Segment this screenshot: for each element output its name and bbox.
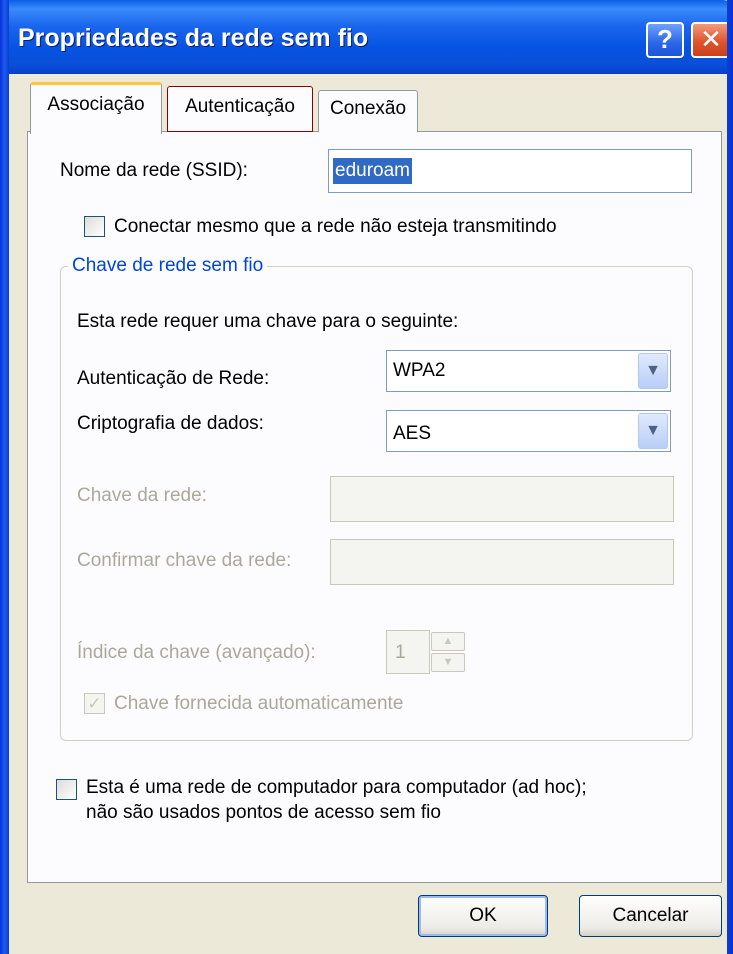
adhoc-checkbox[interactable]	[56, 779, 77, 800]
cancel-button[interactable]: Cancelar	[579, 895, 722, 937]
auto-key-label[interactable]: Chave fornecida automaticamente	[114, 693, 403, 715]
confirm-key-label: Confirmar chave da rede:	[77, 550, 292, 571]
auto-key-checkbox[interactable]: ✓	[84, 693, 105, 714]
auth-select[interactable]: WPA2 ▼	[386, 350, 671, 392]
encryption-value: AES	[393, 423, 432, 444]
tab-conexao[interactable]: Conexão	[318, 90, 418, 132]
key-index-value: 1	[395, 642, 406, 663]
network-key-label: Chave da rede:	[77, 485, 207, 506]
tab-label: Autenticação	[185, 96, 295, 117]
ok-button-label: OK	[469, 905, 497, 926]
ssid-label: Nome da rede (SSID):	[60, 160, 248, 181]
encryption-select[interactable]: AES ▼	[386, 410, 671, 452]
chevron-down-icon[interactable]: ▼	[638, 353, 668, 389]
window-frame-left	[0, 0, 9, 954]
auth-value: WPA2	[393, 360, 446, 381]
adhoc-label-line1[interactable]: Esta é uma rede de computador para compu…	[86, 777, 587, 799]
broadcast-checkbox-label[interactable]: Conectar mesmo que a rede não esteja tra…	[114, 216, 557, 238]
encryption-label: Criptografia de dados:	[77, 413, 264, 434]
confirm-key-input[interactable]	[330, 539, 674, 585]
close-button[interactable]: ✕	[691, 22, 731, 58]
spin-up-icon[interactable]: ▲	[431, 632, 465, 651]
close-icon: ✕	[700, 24, 722, 54]
tab-label: Associação	[47, 94, 145, 115]
tab-associacao[interactable]: Associação	[30, 82, 162, 134]
dialog-window: Propriedades da rede sem fio ? ✕ Associa…	[0, 0, 733, 954]
ssid-input[interactable]: eduroam	[328, 149, 692, 193]
key-index-input[interactable]: 1	[386, 630, 430, 674]
requirement-text: Esta rede requer uma chave para o seguin…	[77, 311, 459, 332]
broadcast-checkbox[interactable]	[84, 216, 105, 237]
key-index-label: Índice da chave (avançado):	[77, 642, 316, 663]
cancel-button-label: Cancelar	[612, 905, 689, 926]
help-button[interactable]: ?	[646, 22, 684, 58]
network-key-input[interactable]	[330, 476, 674, 522]
ok-button[interactable]: OK	[418, 895, 548, 937]
auth-label: Autenticação de Rede:	[77, 368, 270, 389]
window-title: Propriedades da rede sem fio	[18, 24, 369, 52]
tab-label: Conexão	[329, 98, 407, 119]
spin-down-icon[interactable]: ▼	[431, 653, 465, 672]
network-key-group-title: Chave de rede sem fio	[68, 255, 268, 277]
title-bar[interactable]: Propriedades da rede sem fio ? ✕	[0, 0, 733, 74]
chevron-down-icon[interactable]: ▼	[638, 413, 668, 449]
window-frame-right	[727, 0, 733, 954]
tab-autenticacao[interactable]: Autenticação	[167, 86, 313, 132]
adhoc-label-line2[interactable]: não são usados pontos de acesso sem fio	[86, 802, 441, 824]
help-icon: ?	[657, 24, 673, 54]
checkmark-icon: ✓	[87, 694, 102, 713]
ssid-value: eduroam	[333, 158, 412, 184]
